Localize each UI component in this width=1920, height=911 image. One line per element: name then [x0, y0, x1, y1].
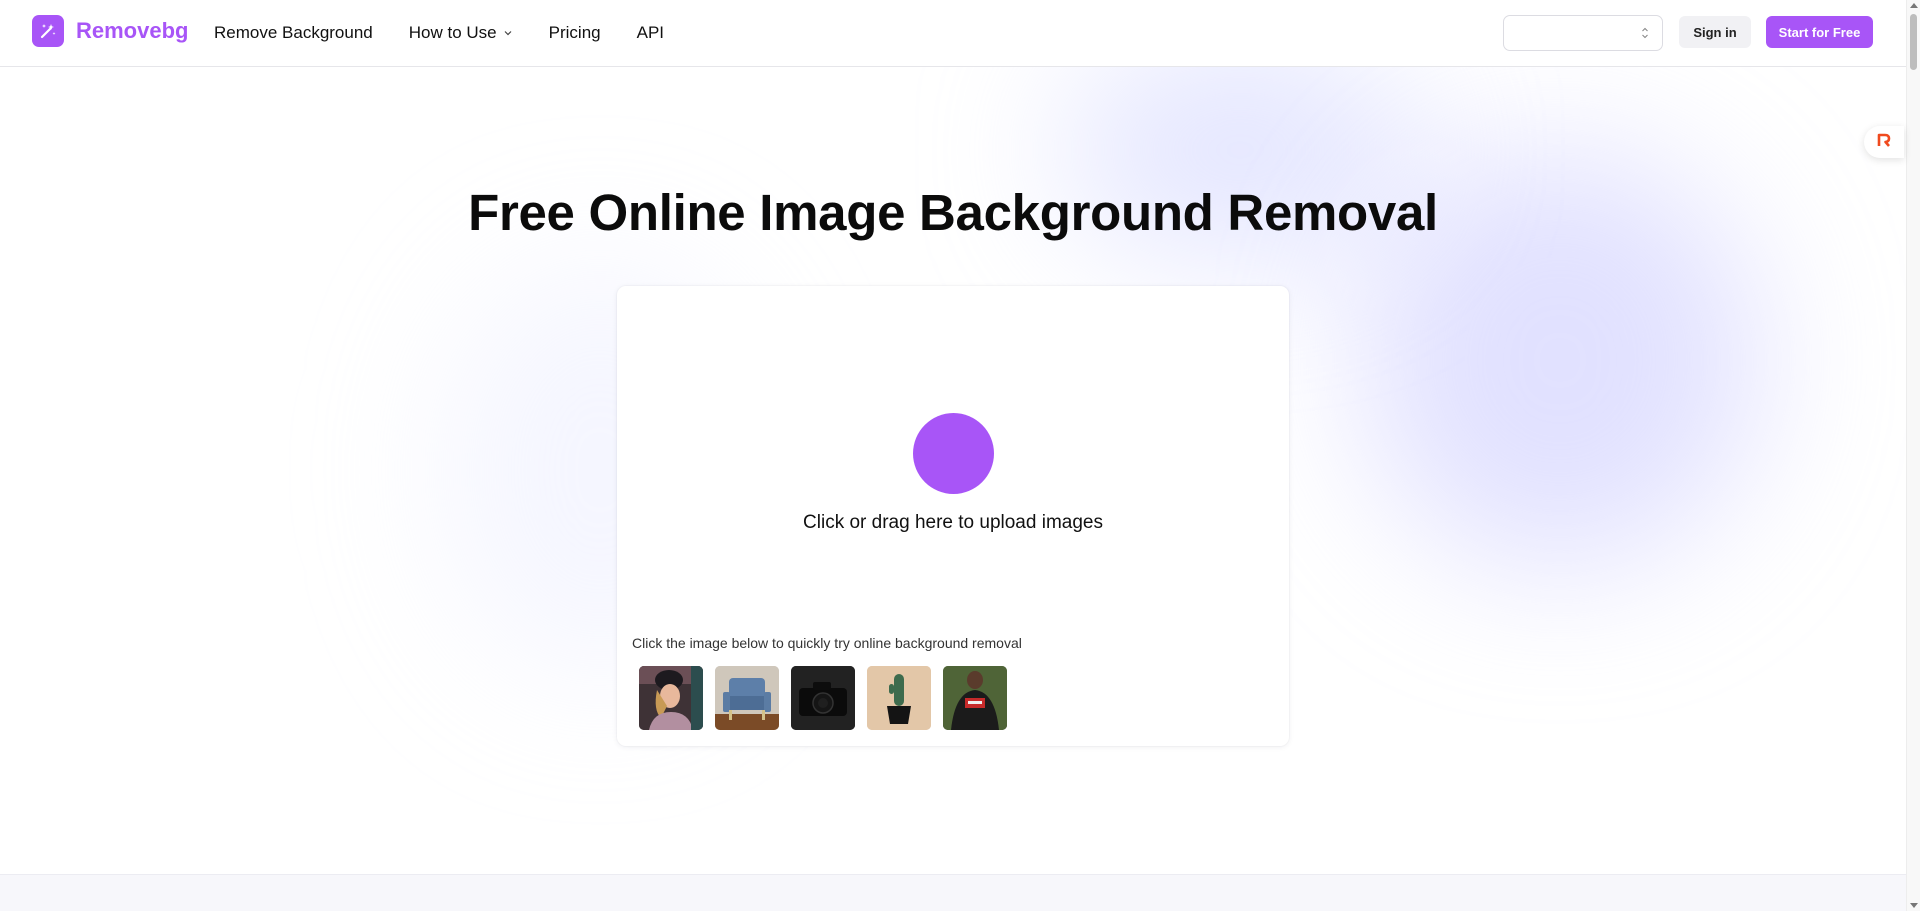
nav-remove-background[interactable]: Remove Background — [214, 23, 373, 43]
upload-prompt: Click or drag here to upload images — [803, 512, 1103, 533]
scroll-up-arrow-icon[interactable] — [1910, 3, 1918, 8]
next-section — [0, 874, 1906, 911]
sample-image-camera[interactable] — [791, 666, 855, 730]
scrollbar-thumb[interactable] — [1910, 14, 1917, 70]
main-nav: Remove Background How to Use Pricing API — [214, 0, 700, 66]
brand-logo[interactable]: Removebg — [32, 15, 188, 47]
site-header: Removebg Remove Background How to Use Pr… — [0, 0, 1906, 67]
upload-icon[interactable] — [913, 413, 994, 494]
nav-how-to-use[interactable]: How to Use — [409, 23, 513, 43]
sample-image-woman[interactable] — [639, 666, 703, 730]
nav-item-label: Pricing — [548, 23, 601, 42]
page-scrollbar[interactable] — [1906, 0, 1920, 911]
floating-widget-button[interactable] — [1864, 126, 1904, 158]
nav-item-label: API — [636, 23, 665, 42]
magic-wand-icon — [32, 15, 64, 47]
sample-images — [639, 666, 1019, 730]
brand-name: Removebg — [76, 18, 189, 43]
sample-image-man[interactable] — [943, 666, 1007, 730]
upload-dropzone[interactable]: Click or drag here to upload images Clic… — [617, 286, 1289, 746]
page-title: Free Online Image Background Removal — [468, 184, 1438, 241]
scroll-down-arrow-icon[interactable] — [1910, 903, 1918, 908]
sample-image-cactus[interactable] — [867, 666, 931, 730]
sample-image-armchair[interactable] — [715, 666, 779, 730]
language-select[interactable] — [1503, 15, 1663, 51]
nav-api[interactable]: API — [637, 23, 664, 43]
sign-in-button[interactable]: Sign in — [1679, 16, 1751, 48]
nav-pricing[interactable]: Pricing — [549, 23, 601, 43]
chevron-down-icon — [503, 28, 513, 38]
nav-item-label: How to Use — [408, 23, 497, 42]
nav-item-label: Remove Background — [214, 23, 373, 42]
start-for-free-button[interactable]: Start for Free — [1766, 16, 1873, 48]
r-logo-icon — [1876, 132, 1892, 153]
chevron-up-down-icon — [1640, 26, 1650, 45]
sample-images-caption: Click the image below to quickly try onl… — [632, 635, 1022, 651]
